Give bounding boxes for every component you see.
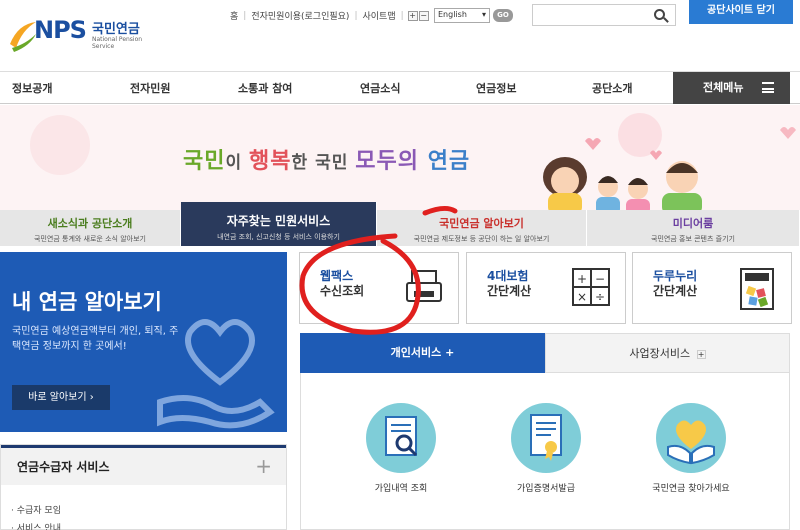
card-label: 웹팩스 수신조회: [320, 269, 365, 298]
calculator-colorful-icon: [740, 268, 774, 310]
my-pension-title: 내 연금 알아보기: [12, 290, 162, 314]
nav-about[interactable]: 공단소개: [592, 80, 632, 96]
card-label: 4대보험 간단계산: [487, 269, 532, 298]
svg-text:×: ×: [577, 290, 587, 304]
hamburger-icon: [762, 82, 774, 93]
my-pension-go-button[interactable]: 바로 알아보기 ›: [12, 385, 110, 410]
tab-title: 미디어룸: [672, 217, 714, 230]
service-label: 가입증명서발급: [517, 484, 575, 494]
nav-communication[interactable]: 소통과 참여: [238, 80, 292, 96]
service-label: 가입내역 조회: [374, 484, 428, 494]
utility-links: 홈 | 전자민원이용(로그인필요) | 사이트맵 | + −: [225, 9, 430, 22]
language-select[interactable]: English: [434, 8, 490, 23]
full-menu-button[interactable]: 전체메뉴: [673, 72, 790, 104]
close-site-button[interactable]: 공단사이트 닫기: [689, 0, 793, 24]
recipient-header: 연금수급자 서비스 +: [1, 445, 286, 485]
tab-media-room[interactable]: 미디어룸 국민연금 홍보 콘텐츠 즐기기: [587, 210, 800, 246]
enrollment-certificate-service[interactable]: 가입증명서발급: [486, 403, 606, 496]
header: NPS 국민연금 National Pension Service 홈 | 전자…: [0, 0, 800, 72]
recipient-title: 연금수급자 서비스: [17, 460, 110, 474]
enrollment-history-service[interactable]: 가입내역 조회: [341, 403, 461, 496]
find-pension-service[interactable]: 국민연금 찾아가세요: [631, 403, 751, 496]
language-go-button[interactable]: GO: [493, 9, 513, 22]
service-tabs: 개인서비스 + 사업장서비스 +: [300, 333, 790, 373]
four-insurance-card[interactable]: 4대보험 간단계산 + − × ÷: [466, 252, 626, 324]
nav-info-disclosure[interactable]: 정보공개: [12, 80, 52, 96]
tab-title: 국민연금 알아보기: [439, 217, 524, 230]
logo-text: NPS: [34, 16, 87, 44]
sitemap-link[interactable]: 사이트맵: [357, 9, 400, 22]
service-icons-area: 가입내역 조회 가입증명서발급 국민연금 찾아가세요: [300, 373, 790, 530]
tab-personal-services[interactable]: 개인서비스 +: [300, 333, 545, 373]
durunuri-card[interactable]: 두루누리 간단계산: [632, 252, 792, 324]
tab-subtitle: 국민연금 통계와 새로운 소식 알아보기: [34, 235, 146, 243]
font-decrease-button[interactable]: −: [418, 10, 429, 21]
svg-text:+: +: [577, 272, 587, 286]
divider: |: [400, 10, 404, 21]
heart-hands-icon: [667, 420, 715, 465]
nav-e-civil[interactable]: 전자민원: [130, 80, 170, 96]
svg-text:÷: ÷: [595, 290, 605, 304]
full-menu-label: 전체메뉴: [703, 81, 744, 94]
recipient-more-button[interactable]: +: [255, 454, 272, 478]
e-civil-link[interactable]: 전자민원이용(로그인필요): [246, 9, 354, 22]
tab-subtitle: 내연금 조회, 신고신청 등 서비스 이용하기: [217, 233, 340, 241]
tab-title: 새소식과 공단소개: [47, 217, 133, 230]
webfax-card[interactable]: 웹팩스 수신조회: [299, 252, 459, 324]
tab-news-about[interactable]: 새소식과 공단소개 국민연금 통계와 새로운 소식 알아보기: [0, 210, 181, 246]
fax-icon: [406, 270, 442, 302]
family-illustration: [543, 157, 702, 215]
tab-subtitle: 국민연금 제도정보 등 공단이 하는 일 알아보기: [413, 235, 550, 243]
svg-text:−: −: [595, 272, 605, 286]
section-tabs: 새소식과 공단소개 국민연금 통계와 새로운 소식 알아보기 자주찾는 민원서비…: [0, 202, 800, 246]
card-label: 두루누리 간단계산: [653, 269, 698, 298]
search-input[interactable]: [532, 4, 676, 26]
font-size-controls: + −: [407, 10, 430, 21]
logo-english: National Pension Service: [92, 36, 143, 50]
tab-subtitle: 국민연금 홍보 콘텐츠 즐기기: [651, 235, 735, 243]
nav-pension-news[interactable]: 연금소식: [360, 80, 400, 96]
document-search-icon: [385, 416, 418, 457]
list-item[interactable]: 서비스 안내: [11, 521, 61, 530]
banner-slogan: 국민이 행복한 국민 모두의 연금: [183, 149, 471, 174]
tab-learn-pension[interactable]: 국민연금 알아보기 국민연금 제도정보 등 공단이 하는 일 알아보기: [377, 210, 587, 246]
nps-logo[interactable]: NPS 국민연금 National Pension Service: [8, 14, 143, 54]
my-pension-panel: 내 연금 알아보기 국민연금 예상연금액부터 개인, 퇴직, 주택연금 정보까지…: [0, 252, 287, 432]
calculator-icon: + − × ÷: [572, 268, 610, 306]
certificate-icon: [530, 414, 562, 461]
list-item[interactable]: 수급자 모임: [11, 503, 61, 516]
tab-title: 자주찾는 민원서비스: [226, 214, 331, 228]
search-icon[interactable]: [654, 9, 665, 20]
logo-korean: 국민연금: [92, 22, 140, 37]
recipient-services-panel: 연금수급자 서비스 + 수급자 모임 서비스 안내: [0, 444, 287, 530]
service-label: 국민연금 찾아가세요: [652, 484, 730, 494]
nav-pension-info[interactable]: 연금정보: [476, 80, 516, 96]
font-increase-button[interactable]: +: [407, 10, 418, 21]
home-link[interactable]: 홈: [225, 9, 243, 22]
heart-hand-icon: [157, 319, 275, 429]
tab-business-services[interactable]: 사업장서비스 +: [545, 333, 790, 373]
tab-frequent-services[interactable]: 자주찾는 민원서비스 내연금 조회, 신고신청 등 서비스 이용하기: [181, 202, 377, 246]
